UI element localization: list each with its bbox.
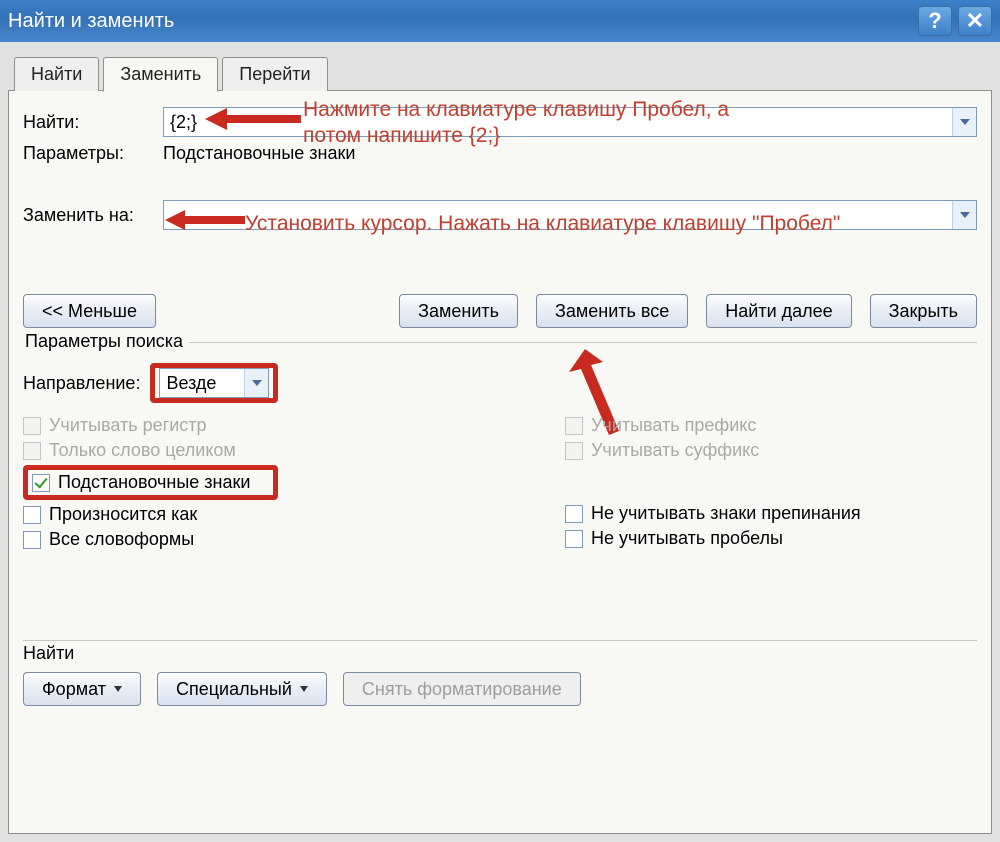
replace-panel: Найти: {2;} Нажмите на клавиатуре клавиш… <box>8 90 992 834</box>
chevron-down-icon <box>960 119 970 125</box>
ck-wildcards[interactable]: Подстановочные знаки <box>32 472 250 493</box>
direction-label: Направление: <box>23 373 140 394</box>
tab-find[interactable]: Найти <box>14 57 99 91</box>
hint-replace: Установить курсор. Нажать на клавиатуре … <box>245 211 840 237</box>
close-dialog-button[interactable]: Закрыть <box>870 294 977 328</box>
chevron-down-icon <box>960 212 970 218</box>
replace-dropdown-icon[interactable] <box>952 201 976 229</box>
checkbox-icon <box>23 417 41 435</box>
chevron-down-icon <box>252 380 262 386</box>
tabs: Найти Заменить Перейти <box>14 56 1000 91</box>
direction-row: Направление: Везде <box>23 363 977 403</box>
ck-punct[interactable]: Не учитывать знаки препинания <box>565 503 977 524</box>
special-button[interactable]: Специальный <box>157 672 327 706</box>
find-dropdown-icon[interactable] <box>952 108 976 136</box>
find-next-button[interactable]: Найти далее <box>706 294 851 328</box>
checkbox-icon <box>23 506 41 524</box>
less-button[interactable]: << Меньше <box>23 294 156 328</box>
checkbox-icon <box>565 442 583 460</box>
clear-format-button: Снять форматирование <box>343 672 581 706</box>
ck-forms[interactable]: Все словоформы <box>23 529 435 550</box>
titlebar: Найти и заменить ? ✕ <box>0 0 1000 42</box>
checkbox-icon <box>23 442 41 460</box>
wildcards-highlight: Подстановочные знаки <box>23 465 278 500</box>
help-button[interactable]: ? <box>918 6 952 36</box>
ck-match-case: Учитывать регистр <box>23 415 435 436</box>
params-label: Параметры: <box>23 143 163 164</box>
direction-highlight: Везде <box>150 363 278 403</box>
window-title: Найти и заменить <box>8 10 912 33</box>
close-button[interactable]: ✕ <box>958 6 992 36</box>
ck-suffix: Учитывать суффикс <box>565 440 977 461</box>
close-icon: ✕ <box>966 8 984 34</box>
find-label: Найти: <box>23 112 163 133</box>
options-right: Учитывать префикс Учитывать суффикс Не у… <box>435 411 977 554</box>
replace-button[interactable]: Заменить <box>399 294 518 328</box>
direction-drop-icon[interactable] <box>244 369 268 397</box>
buttons-row: << Меньше Заменить Заменить все Найти да… <box>23 294 977 328</box>
bottom-legend: Найти <box>23 643 977 664</box>
arrow-replace-icon <box>165 209 247 231</box>
search-options: Параметры поиска Направление: Везде Учит… <box>23 342 977 706</box>
bottom-section: Найти Формат Специальный Снять форматиро… <box>23 640 977 706</box>
ck-whole-word: Только слово целиком <box>23 440 435 461</box>
checkbox-icon <box>565 530 583 548</box>
checkbox-icon <box>23 531 41 549</box>
chevron-down-icon <box>114 686 122 692</box>
tab-replace[interactable]: Заменить <box>103 57 218 92</box>
options-left: Учитывать регистр Только слово целиком П… <box>23 411 435 554</box>
ck-sounds[interactable]: Произносится как <box>23 504 435 525</box>
checkbox-checked-icon <box>32 474 50 492</box>
help-icon: ? <box>928 8 941 34</box>
checkbox-icon <box>565 505 583 523</box>
search-options-legend: Параметры поиска <box>19 331 189 352</box>
find-input-text: {2;} <box>170 112 197 133</box>
ck-ws[interactable]: Не учитывать пробелы <box>565 528 977 549</box>
direction-value: Везде <box>166 373 216 394</box>
direction-select[interactable]: Везде <box>159 368 269 398</box>
options-columns: Учитывать регистр Только слово целиком П… <box>23 411 977 554</box>
tab-goto[interactable]: Перейти <box>222 57 327 91</box>
replace-label: Заменить на: <box>23 205 163 226</box>
checkbox-icon <box>565 417 583 435</box>
replace-all-button[interactable]: Заменить все <box>536 294 688 328</box>
ck-prefix: Учитывать префикс <box>565 415 977 436</box>
format-button[interactable]: Формат <box>23 672 141 706</box>
arrow-find-icon <box>205 106 305 132</box>
hint-find: Нажмите на клавиатуре клавишу Пробел, а … <box>303 97 729 150</box>
chevron-down-icon <box>300 686 308 692</box>
